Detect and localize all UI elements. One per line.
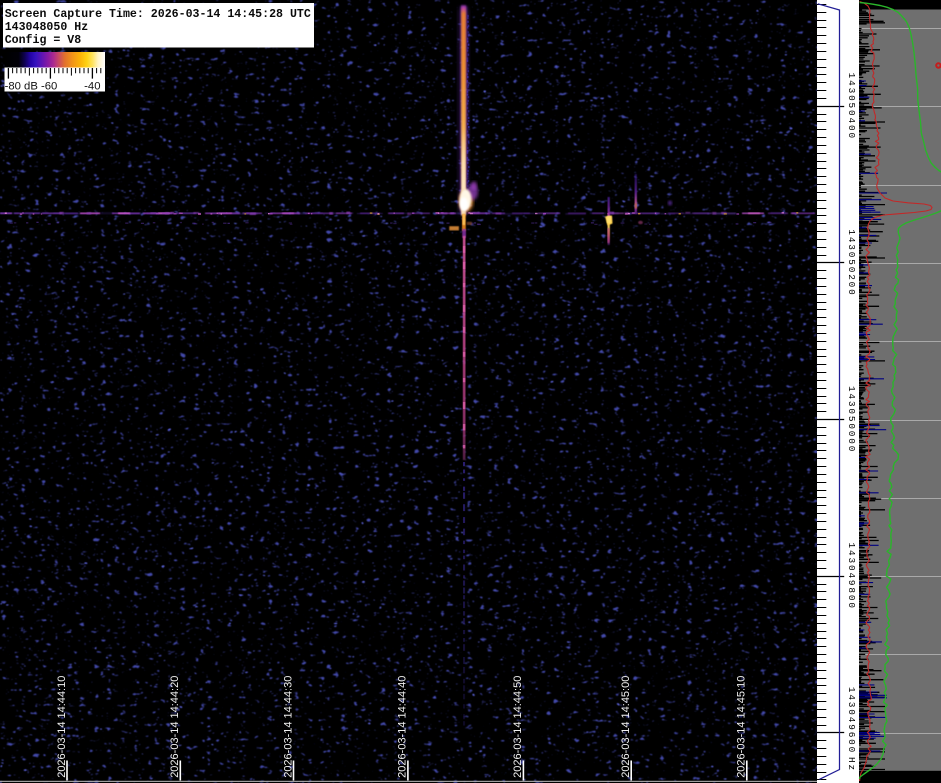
svg-text:2026-03-14 14:45:00: 2026-03-14 14:45:00 — [620, 676, 632, 778]
svg-text:Hz: Hz — [846, 757, 857, 772]
svg-text:2026-03-14 14:44:30: 2026-03-14 14:44:30 — [282, 676, 294, 778]
svg-text:2026-03-14 14:44:20: 2026-03-14 14:44:20 — [169, 676, 181, 778]
svg-text:Screen Capture Time: 2026-03-1: Screen Capture Time: 2026-03-14 14:45:28… — [5, 8, 311, 21]
svg-text:2026-03-14 14:45:10: 2026-03-14 14:45:10 — [736, 676, 748, 778]
svg-text:143050000: 143050000 — [846, 386, 857, 453]
svg-text:2026-03-14 14:44:50: 2026-03-14 14:44:50 — [512, 676, 524, 778]
svg-text:143050200: 143050200 — [846, 229, 857, 296]
svg-text:-40: -40 — [84, 81, 100, 93]
svg-text:143050400: 143050400 — [846, 73, 857, 140]
svg-text:2026-03-14 14:44:40: 2026-03-14 14:44:40 — [397, 676, 409, 778]
svg-text:Config = V8: Config = V8 — [5, 34, 82, 47]
svg-text:2026-03-14 14:44:10: 2026-03-14 14:44:10 — [56, 676, 68, 778]
svg-text:143048050 Hz: 143048050 Hz — [5, 21, 89, 34]
svg-text:143049800: 143049800 — [846, 543, 857, 610]
svg-text:143049600: 143049600 — [846, 687, 857, 754]
svg-text:-80 dB -60: -80 dB -60 — [5, 81, 58, 93]
